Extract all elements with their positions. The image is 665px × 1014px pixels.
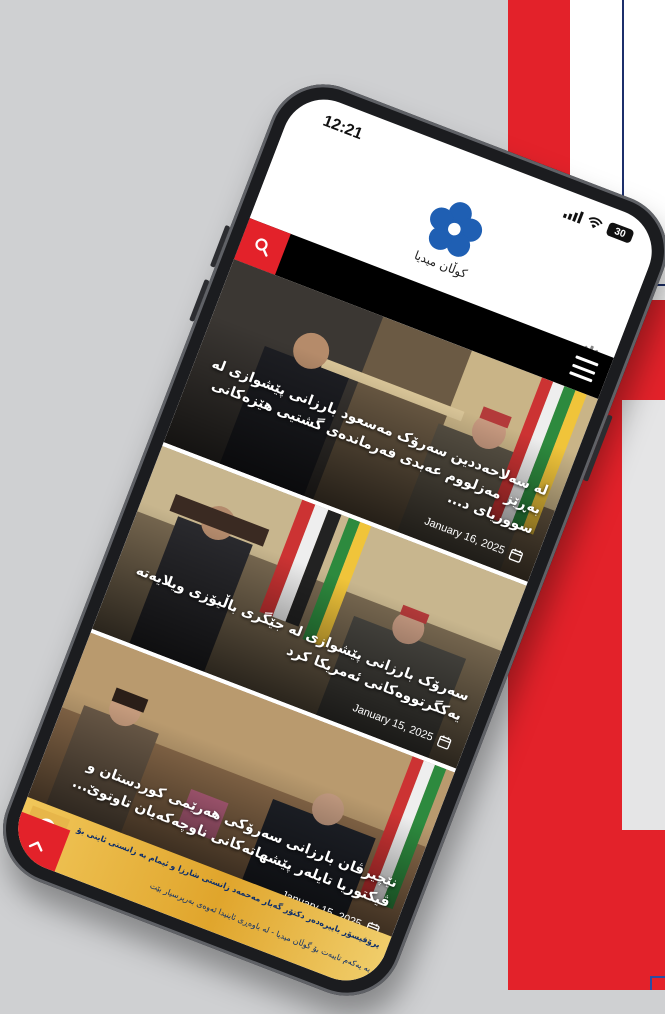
phone-volume-up-button <box>209 224 231 268</box>
site-logo[interactable]: کوڵان میدیا <box>411 192 492 282</box>
phone-volume-down-button <box>189 279 210 322</box>
search-icon <box>255 238 268 257</box>
background-corner-box <box>650 976 665 990</box>
battery-icon: 30 <box>605 221 635 244</box>
chevron-up-icon <box>28 841 43 852</box>
signal-icon <box>562 206 584 224</box>
status-time: 12:21 <box>320 112 365 144</box>
background-gray-card <box>622 400 665 830</box>
wifi-icon <box>588 217 603 229</box>
status-icons: 30 <box>562 205 635 244</box>
hamburger-menu-icon[interactable] <box>569 355 599 383</box>
background-red-slash <box>559 832 665 868</box>
